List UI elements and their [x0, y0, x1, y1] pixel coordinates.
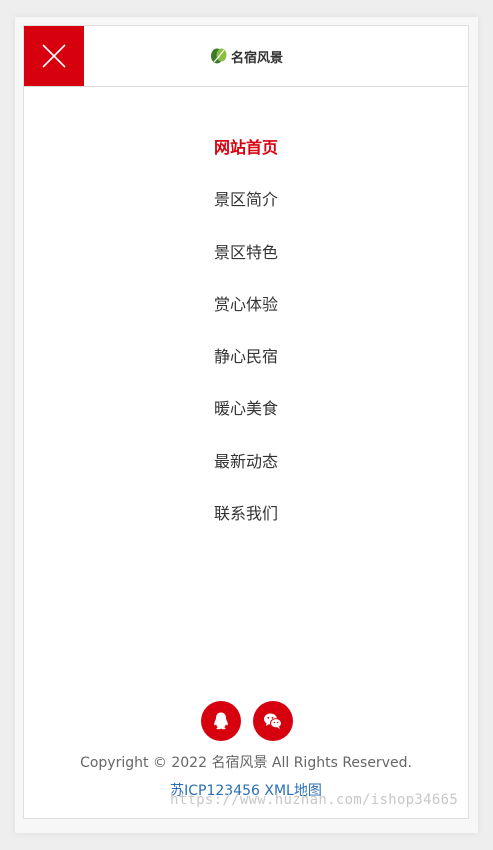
wechat-button[interactable]	[253, 701, 293, 741]
nav-item-scenic-features[interactable]: 景区特色	[24, 227, 468, 279]
main-nav: 网站首页 景区简介 景区特色 赏心体验 静心民宿 暖心美食 最新动态 联系我们	[24, 122, 468, 540]
mobile-menu-panel: 名宿风景 网站首页 景区简介 景区特色 赏心体验 静心民宿 暖心美食 最新动态 …	[23, 25, 469, 819]
qq-button[interactable]	[201, 701, 241, 741]
logo-text: 名宿风景	[231, 50, 284, 66]
qq-icon	[214, 712, 228, 730]
nav-item-home[interactable]: 网站首页	[24, 122, 468, 174]
nav-item-contact[interactable]: 联系我们	[24, 488, 468, 540]
close-menu-button[interactable]	[24, 26, 84, 86]
page-frame: 名宿风景 网站首页 景区简介 景区特色 赏心体验 静心民宿 暖心美食 最新动态 …	[15, 17, 478, 833]
leaf-logo-icon	[211, 48, 227, 64]
nav-item-scenic-intro[interactable]: 景区简介	[24, 174, 468, 226]
nav-item-food[interactable]: 暖心美食	[24, 383, 468, 435]
nav-item-homestay[interactable]: 静心民宿	[24, 331, 468, 383]
nav-item-experience[interactable]: 赏心体验	[24, 279, 468, 331]
copyright-text: Copyright © 2022 名宿风景 All Rights Reserve…	[80, 755, 412, 771]
close-icon	[42, 44, 66, 68]
watermark-text: https://www.huzhan.com/ishop34665	[170, 792, 459, 808]
nav-item-news[interactable]: 最新动态	[24, 436, 468, 488]
wechat-icon	[264, 713, 282, 729]
social-links	[201, 701, 293, 741]
menu-header: 名宿风景	[24, 26, 468, 87]
site-logo[interactable]: 名宿风景	[210, 46, 283, 66]
